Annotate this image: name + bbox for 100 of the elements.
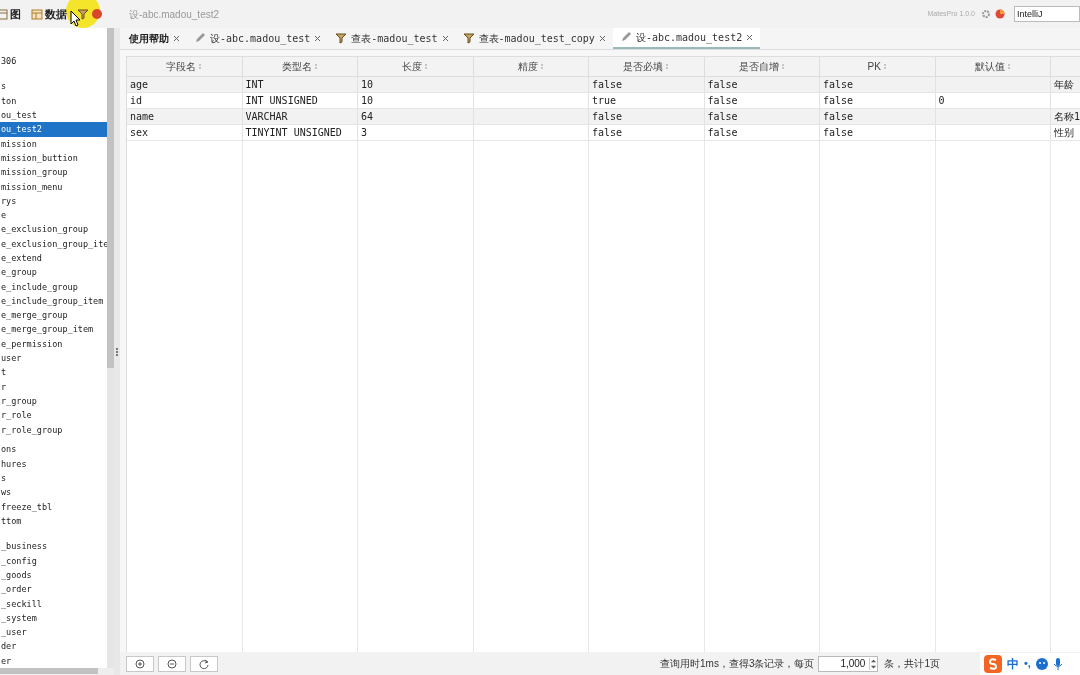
tree-item[interactable]: s	[0, 471, 107, 486]
column-header[interactable]: 字段名	[127, 57, 243, 76]
tree-item[interactable]: e_extend	[0, 251, 107, 266]
filter-icon	[335, 32, 348, 44]
tab[interactable]: 设-abc.madou_test2	[612, 27, 761, 49]
tree-item[interactable]: _business	[0, 539, 107, 554]
tree-item[interactable]: _goods	[0, 567, 107, 583]
tree-item[interactable]: ws	[0, 485, 107, 500]
column-header[interactable]: 精度	[473, 57, 589, 76]
page-size-field[interactable]: 1,000	[818, 655, 879, 672]
table-cell: name	[127, 109, 243, 124]
remove-icon	[167, 658, 177, 669]
column-header[interactable]: 是否自增	[704, 57, 820, 76]
app-logo-icon[interactable]	[995, 9, 1005, 19]
table-cell: false	[704, 109, 820, 124]
close-icon[interactable]	[314, 34, 322, 42]
microphone-icon[interactable]	[1052, 657, 1063, 670]
table-cell: false	[589, 125, 705, 140]
close-icon[interactable]	[746, 33, 754, 41]
column-header[interactable]: PK	[820, 57, 936, 76]
add-button[interactable]	[126, 655, 154, 672]
tree-item[interactable]: e_permission	[0, 336, 107, 352]
table-cell: false	[704, 125, 820, 140]
table-cell: 0	[935, 93, 1051, 108]
column-header[interactable]: 类型名	[242, 57, 358, 76]
table-cell: 名称1	[1051, 109, 1080, 124]
splitter-handle-icon[interactable]	[116, 347, 118, 356]
table-cell: false	[820, 93, 936, 108]
toolbar-button[interactable]: 图	[0, 4, 23, 24]
punctuation-toggle[interactable]: •,	[1024, 655, 1031, 672]
tree-item[interactable]: freeze_tbl	[0, 499, 107, 514]
refresh-button[interactable]	[190, 655, 218, 672]
column-header[interactable]: 是否必填	[589, 57, 705, 76]
tree-item[interactable]: 306	[0, 54, 107, 69]
tab[interactable]: 设-abc.madou_test	[187, 27, 329, 49]
tree-item[interactable]: r_role	[0, 408, 107, 423]
tree-item[interactable]: ttom	[0, 513, 107, 529]
tab[interactable]: 查表-madou_test_copy	[455, 27, 613, 49]
tree-item[interactable]: _seckill	[0, 596, 107, 611]
tree-item[interactable]: hures	[0, 456, 107, 471]
tree-item[interactable]: _system	[0, 610, 107, 626]
tree-item[interactable]: mission_menu	[0, 179, 107, 194]
tree-item[interactable]: r_role_group	[0, 422, 107, 437]
tree-item[interactable]: e_merge_group_item	[0, 322, 107, 337]
theme-field[interactable]: IntelliJ	[1014, 6, 1080, 22]
tree-item[interactable]: t	[0, 365, 107, 380]
tree-item[interactable]: user	[0, 351, 107, 366]
close-icon[interactable]	[173, 34, 180, 42]
table-cell: false	[589, 77, 705, 92]
input-mode-toggle[interactable]: 中	[1007, 654, 1019, 673]
scrollbar-thumb[interactable]	[0, 668, 98, 674]
add-icon	[135, 658, 145, 669]
refresh-icon	[199, 658, 209, 669]
tree-item[interactable]: er	[0, 653, 107, 668]
table-cell: false	[820, 77, 936, 92]
close-icon[interactable]	[598, 34, 606, 42]
tree-item[interactable]: mission_buttion	[0, 150, 107, 166]
tree-item[interactable]: der	[0, 639, 107, 654]
tree-item[interactable]: _order	[0, 582, 107, 597]
settings-icon[interactable]	[981, 9, 991, 19]
tree-item[interactable]: s	[0, 79, 107, 94]
scrollbar-thumb[interactable]	[107, 28, 114, 368]
emoji-icon[interactable]	[1035, 657, 1048, 670]
table-cell: 性别	[1051, 125, 1080, 140]
tree-item[interactable]: _config	[0, 553, 107, 568]
tab[interactable]: 使用帮助	[122, 27, 187, 49]
tab[interactable]: 查表-madou_test	[328, 27, 456, 49]
table-cell: INT UNSIGNED	[242, 93, 358, 108]
tree-item[interactable]: mission	[0, 136, 107, 151]
tree-item[interactable]: e_exclusion_group	[0, 222, 107, 237]
ime-logo-icon[interactable]	[984, 654, 1002, 673]
tree-item[interactable]: e_include_group	[0, 279, 107, 294]
column-header[interactable]: 默认值	[935, 57, 1051, 76]
tree-item[interactable]: e	[0, 208, 107, 223]
tree-item[interactable]: e_merge_group	[0, 308, 107, 323]
tree-item[interactable]: r_group	[0, 393, 107, 409]
table-cell: id	[127, 93, 243, 108]
table-cell: 3	[358, 125, 474, 140]
table-cell: age	[127, 77, 243, 92]
toolbar-button[interactable]: 数据	[29, 4, 69, 24]
tree-item[interactable]: _user	[0, 625, 107, 640]
pencil-icon	[194, 32, 206, 44]
table-cell: INT	[242, 77, 358, 92]
remove-button[interactable]	[158, 655, 186, 672]
tree-item[interactable]: e_exclusion_group_ite	[0, 236, 107, 251]
table-cell: 10	[358, 93, 474, 108]
table-cell: 年龄	[1051, 77, 1080, 92]
tree-item[interactable]: rys	[0, 193, 107, 209]
filter-icon	[77, 8, 89, 20]
tree-item[interactable]: ton	[0, 93, 107, 108]
close-icon[interactable]	[441, 34, 449, 42]
tree-item[interactable]: mission_group	[0, 165, 107, 180]
tree-item[interactable]: ou_test	[0, 108, 107, 123]
spinner-arrows-icon	[869, 657, 878, 670]
tree-item[interactable]: ons	[0, 442, 107, 457]
tree-item[interactable]: r	[0, 379, 107, 394]
tree-item[interactable]: ou_test2	[0, 122, 107, 137]
column-header[interactable]: 长度	[358, 57, 474, 76]
tree-item[interactable]: e_group	[0, 265, 107, 280]
tree-item[interactable]: e_include_group_item	[0, 293, 107, 309]
